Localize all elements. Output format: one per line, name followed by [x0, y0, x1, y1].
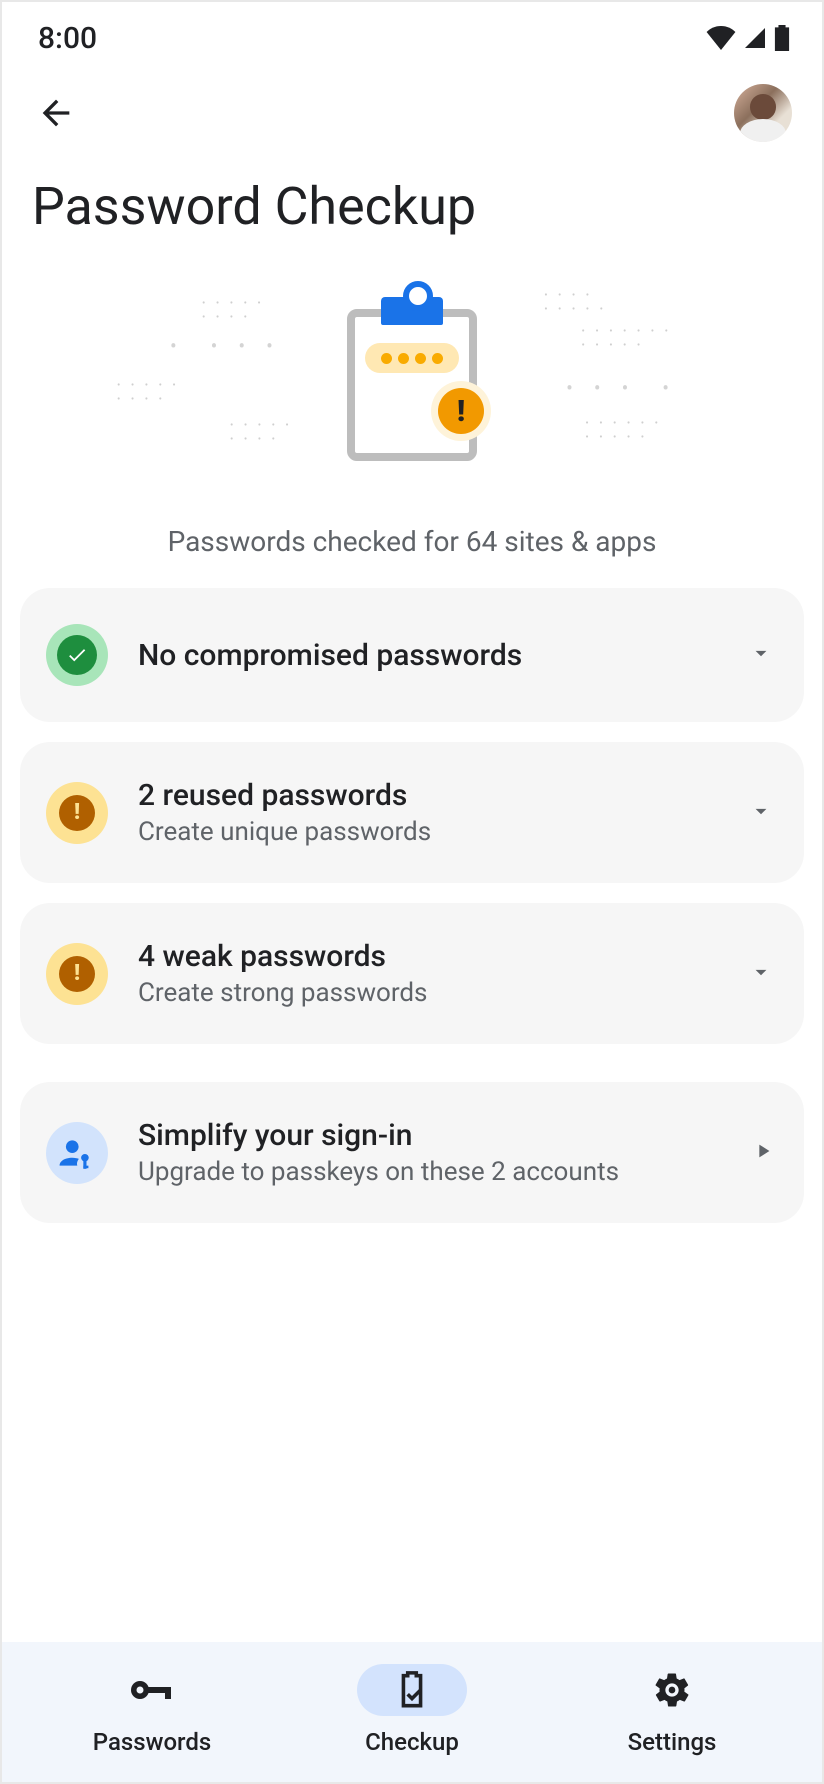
wifi-icon [706, 26, 736, 50]
cell-signal-icon [742, 26, 768, 50]
nav-checkup-label: Checkup [365, 1728, 459, 1756]
decor-dots: • • • • •• • • • [202, 297, 265, 325]
status-ok-icon [46, 624, 108, 686]
nav-passwords-label: Passwords [93, 1728, 211, 1756]
nav-passwords[interactable]: Passwords [52, 1664, 252, 1756]
decor-dots: • • • •• • • • • [544, 289, 607, 317]
passkey-icon [46, 1122, 108, 1184]
decor-dots: • • • • [566, 381, 677, 395]
nav-settings[interactable]: Settings [572, 1664, 772, 1756]
results-list: No compromised passwords ! 2 reused pass… [2, 588, 822, 1223]
passkeys-subtitle: Upgrade to passkeys on these 2 accounts [138, 1157, 722, 1187]
weak-subtitle: Create strong passwords [138, 978, 718, 1008]
gear-icon [652, 1670, 692, 1710]
arrow-back-icon [36, 93, 76, 133]
expand-icon [748, 798, 774, 828]
status-warning-icon: ! [46, 782, 108, 844]
status-time: 8:00 [38, 21, 97, 56]
compromised-title: No compromised passwords [138, 638, 718, 673]
passkeys-promo-row[interactable]: Simplify your sign-in Upgrade to passkey… [20, 1082, 804, 1223]
nav-checkup[interactable]: Checkup [312, 1664, 512, 1756]
hero-illustration: • • • • •• • • • • • • • • • • • •• • • … [2, 259, 822, 489]
expand-icon [748, 959, 774, 989]
passkeys-title: Simplify your sign-in [138, 1118, 722, 1153]
reused-passwords-row[interactable]: ! 2 reused passwords Create unique passw… [20, 742, 804, 883]
decor-dots: • • • • [170, 339, 281, 353]
status-warning-icon: ! [46, 943, 108, 1005]
page-title: Password Checkup [2, 152, 822, 259]
reused-title: 2 reused passwords [138, 778, 718, 813]
expand-icon [748, 640, 774, 670]
profile-avatar[interactable] [734, 84, 792, 142]
key-icon [128, 1674, 176, 1706]
reused-subtitle: Create unique passwords [138, 817, 718, 847]
back-button[interactable] [32, 89, 80, 137]
top-app-bar [2, 66, 822, 152]
decor-dots: • • • • •• • • • [117, 379, 180, 407]
clipboard-check-icon [394, 1670, 430, 1710]
status-bar: 8:00 [2, 2, 822, 66]
clipboard-icon: ! [347, 281, 477, 451]
decor-dots: • • • • • • •• • • • • [581, 325, 672, 353]
compromised-passwords-row[interactable]: No compromised passwords [20, 588, 804, 722]
battery-icon [774, 25, 790, 51]
status-icons [706, 25, 790, 51]
weak-title: 4 weak passwords [138, 939, 718, 974]
bottom-navigation: Passwords Checkup Settings [2, 1642, 822, 1782]
decor-dots: • • • • • •• • • • • [585, 417, 662, 445]
nav-settings-label: Settings [628, 1728, 717, 1756]
weak-passwords-row[interactable]: ! 4 weak passwords Create strong passwor… [20, 903, 804, 1044]
chevron-right-icon [752, 1140, 774, 1166]
checkup-summary-text: Passwords checked for 64 sites & apps [2, 489, 822, 588]
decor-dots: • • • • •• • • • [230, 419, 293, 447]
